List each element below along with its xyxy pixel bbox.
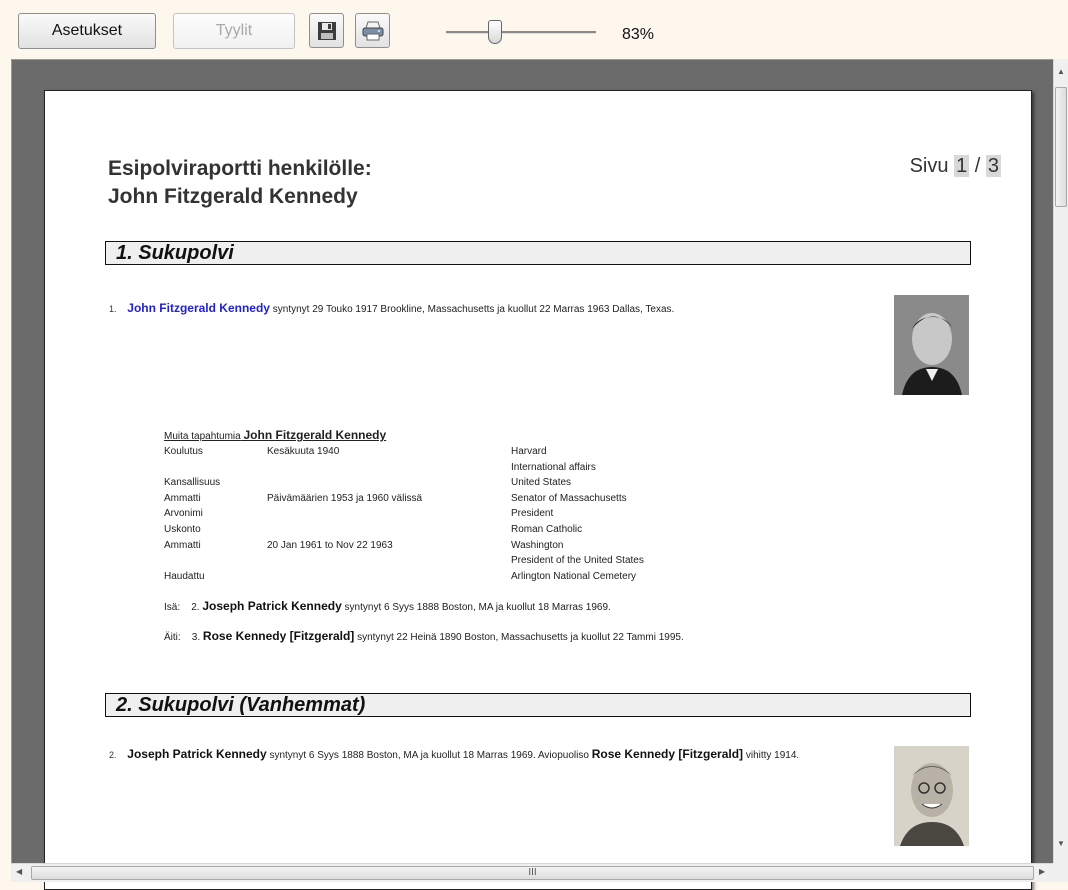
page-current: 1: [954, 155, 970, 177]
settings-button[interactable]: Asetukset: [18, 13, 156, 49]
zoom-slider-track[interactable]: [446, 31, 596, 34]
other-events-name: John Fitzgerald Kennedy: [243, 428, 387, 442]
report-title: Esipolviraportti henkilölle: John Fitzge…: [108, 155, 372, 211]
event-value: Harvard: [511, 446, 547, 457]
entry-text: syntynyt 29 Touko 1917 Brookline, Massac…: [272, 304, 675, 315]
event-label: Kansallisuus: [164, 477, 221, 488]
event-value: Senator of Massachusetts: [511, 493, 627, 504]
photo-jfk-image: [894, 295, 969, 395]
report-title-line2: John Fitzgerald Kennedy: [108, 185, 358, 208]
mother-label: Äiti:: [164, 632, 181, 643]
print-button[interactable]: [355, 13, 390, 48]
mother-text: syntynyt 22 Heinä 1890 Boston, Massachus…: [357, 632, 684, 643]
mother-entry: Äiti: 3. Rose Kennedy [Fitzgerald] synty…: [164, 629, 684, 643]
event-value: International affairs: [511, 462, 596, 473]
event-label: Koulutus: [164, 446, 203, 457]
spouse-name[interactable]: Rose Kennedy [Fitzgerald]: [592, 747, 743, 761]
person-entry-1: 1. John Fitzgerald Kennedy syntynyt 29 T…: [109, 301, 859, 315]
horizontal-scrollbar[interactable]: ◀ III ▶: [11, 863, 1053, 882]
scroll-down-arrow-icon[interactable]: ▼: [1057, 839, 1065, 848]
page-separator: /: [974, 155, 981, 177]
person-photo-joseph[interactable]: [894, 746, 969, 846]
event-value: President: [511, 508, 554, 519]
section-heading-generation-1: 1. Sukupolvi: [105, 241, 971, 265]
event-date: 20 Jan 1961 to Nov 22 1963: [267, 540, 393, 551]
father-label: Isä:: [164, 602, 181, 613]
father-entry: Isä: 2. Joseph Patrick Kennedy syntynyt …: [164, 599, 611, 613]
scroll-left-arrow-icon[interactable]: ◀: [16, 867, 22, 876]
other-events-title: Muita tapahtumia John Fitzgerald Kennedy: [164, 428, 386, 442]
vertical-scrollbar[interactable]: ▲ ▼: [1053, 59, 1068, 863]
zoom-slider-thumb[interactable]: [488, 20, 502, 44]
scroll-right-arrow-icon[interactable]: ▶: [1039, 867, 1045, 876]
scroll-up-arrow-icon[interactable]: ▲: [1057, 67, 1065, 76]
other-events-prefix: Muita tapahtumia: [164, 431, 241, 442]
page-number: Sivu 1 / 3: [910, 155, 1001, 178]
event-label: Arvonimi: [164, 508, 203, 519]
father-name[interactable]: Joseph Patrick Kennedy: [202, 599, 341, 613]
entry-number: 2.: [109, 750, 117, 760]
event-date: Päivämäärien 1953 ja 1960 välissä: [267, 493, 423, 504]
person-photo-jfk[interactable]: [894, 295, 969, 395]
section-heading-generation-2: 2. Sukupolvi (Vanhemmat): [105, 693, 971, 717]
report-page: Esipolviraportti henkilölle: John Fitzge…: [44, 90, 1032, 890]
save-icon: [317, 21, 336, 40]
event-date: Kesäkuuta 1940: [267, 446, 340, 457]
scroll-grip: III: [528, 867, 537, 878]
styles-button[interactable]: Tyylit: [173, 13, 295, 49]
entry-number: 1.: [109, 304, 117, 314]
person-name-joseph-p-kennedy[interactable]: Joseph Patrick Kennedy: [127, 747, 266, 761]
event-value: United States: [511, 477, 572, 488]
mother-number: 3.: [191, 632, 201, 643]
toolbar: Asetukset Tyylit 83%: [0, 0, 1068, 58]
father-text: syntynyt 6 Syys 1888 Boston, MA ja kuoll…: [344, 602, 611, 613]
event-label: Ammatti: [164, 540, 201, 551]
page-prefix: Sivu: [909, 155, 949, 177]
event-value: Arlington National Cemetery: [511, 571, 637, 582]
event-value: Roman Catholic: [511, 524, 583, 535]
event-label: Ammatti: [164, 493, 201, 504]
save-button[interactable]: [309, 13, 344, 48]
event-label: Uskonto: [164, 524, 201, 535]
print-icon: [362, 21, 383, 40]
photo-joseph-image: [894, 746, 969, 846]
horizontal-scroll-thumb[interactable]: III: [31, 866, 1034, 880]
event-value: Washington: [511, 540, 564, 551]
person-entry-2: 2. Joseph Patrick Kennedy syntynyt 6 Syy…: [109, 747, 869, 763]
page-total: 3: [985, 155, 1001, 177]
person-link-john-f-kennedy[interactable]: John Fitzgerald Kennedy: [127, 301, 270, 315]
father-number: 2.: [191, 602, 200, 613]
entry-text: syntynyt 6 Syys 1888 Boston, MA ja kuoll…: [269, 750, 589, 761]
vertical-scroll-thumb[interactable]: [1055, 87, 1067, 207]
event-value: President of the United States: [511, 555, 644, 566]
report-title-line1: Esipolviraportti henkilölle:: [108, 157, 372, 180]
event-label: Haudattu: [164, 571, 205, 582]
scrollbar-corner: [1053, 863, 1068, 882]
zoom-level: 83%: [622, 26, 655, 43]
mother-name[interactable]: Rose Kennedy [Fitzgerald]: [203, 629, 354, 643]
marriage-text: vihitty 1914.: [745, 750, 800, 761]
